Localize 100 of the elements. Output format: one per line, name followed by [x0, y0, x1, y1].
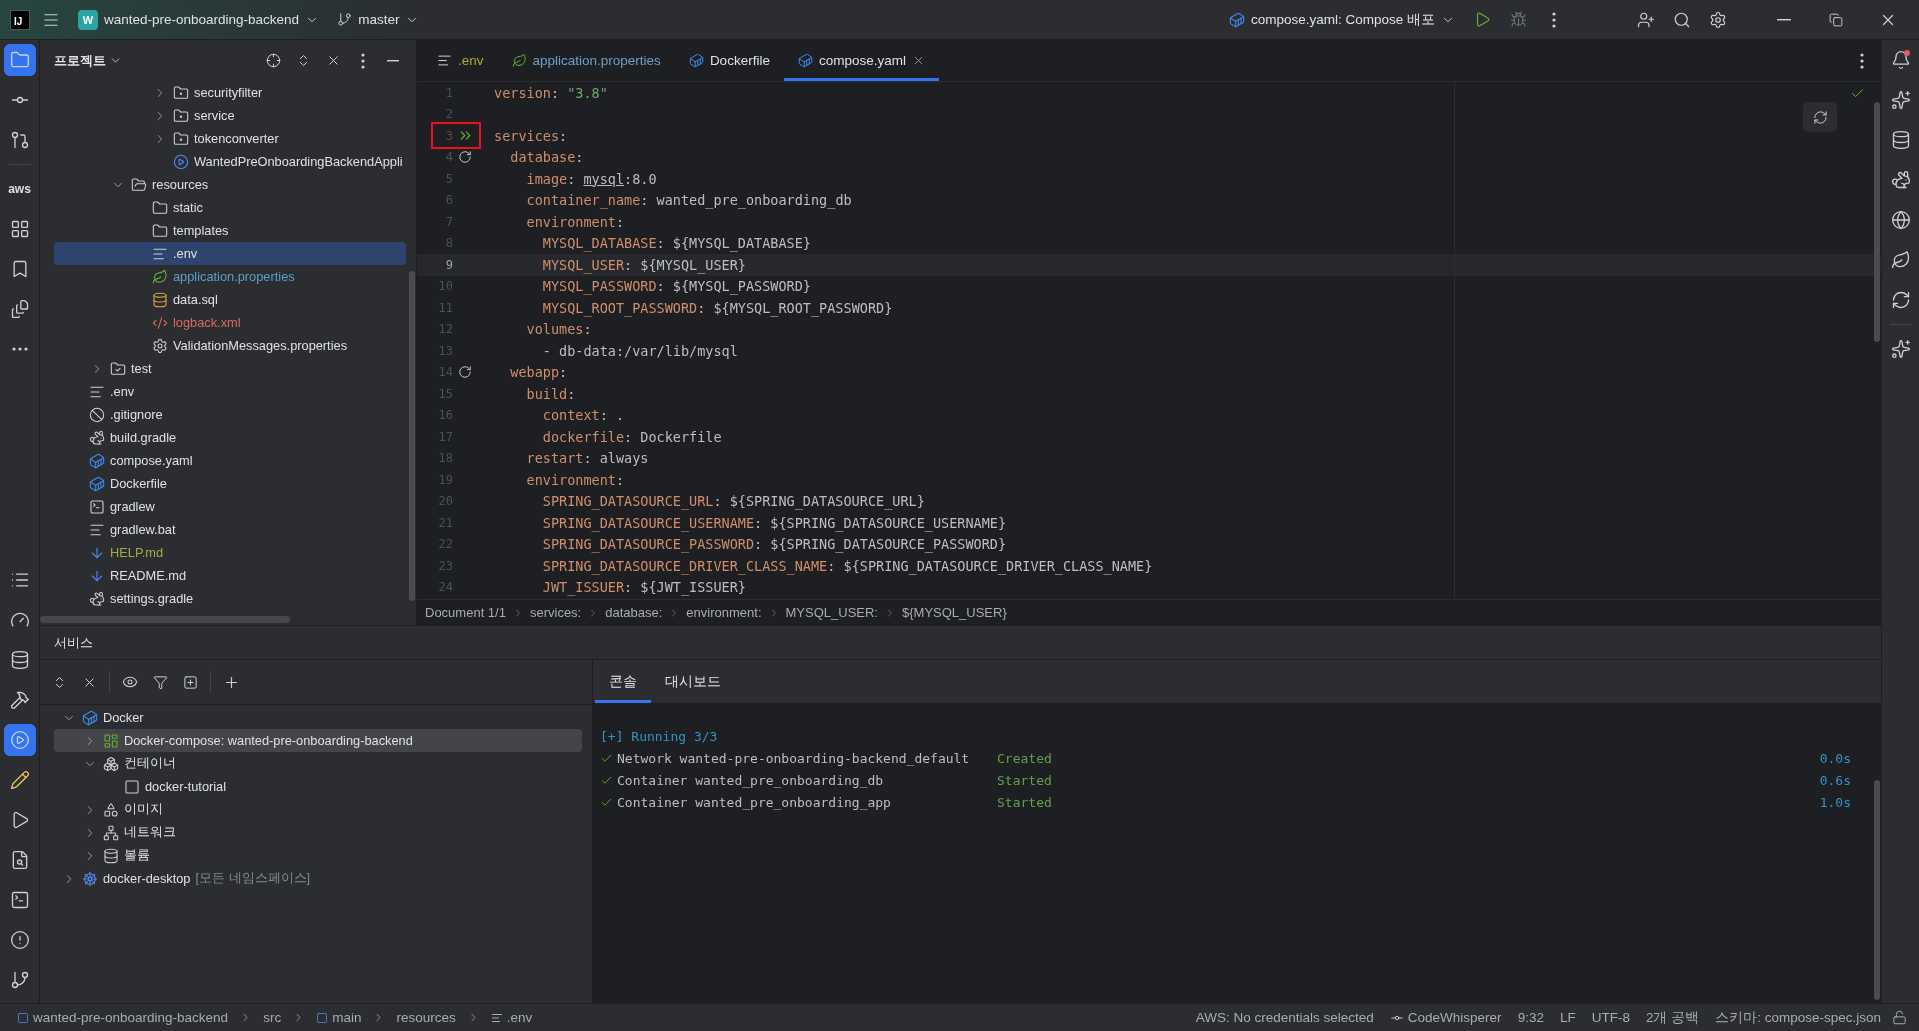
console-tab[interactable]: 콘솔: [595, 660, 651, 703]
tree-item[interactable]: tokenconverter: [54, 127, 406, 150]
code-line: restart: always: [525, 450, 649, 467]
status-item[interactable]: AWS: No credentials selected: [1190, 1010, 1379, 1025]
tree-item[interactable]: Dockerfile: [54, 472, 406, 495]
tree-item[interactable]: static: [54, 196, 406, 219]
tree-item[interactable]: gradlew: [54, 495, 406, 518]
status-text: Created: [997, 750, 1053, 766]
lock-icon[interactable]: [1892, 1010, 1907, 1025]
path-item[interactable]: .env: [485, 1010, 538, 1025]
tree-item[interactable]: 컨테이너: [54, 752, 582, 775]
tree-item[interactable]: logback.xml: [54, 311, 406, 334]
tree-item[interactable]: .gitignore: [54, 403, 406, 426]
tree-item[interactable]: 이미지: [54, 798, 582, 821]
breadcrumb-item[interactable]: MYSQL_USER:: [785, 605, 878, 620]
breadcrumb-item[interactable]: database:: [605, 605, 663, 620]
path-item[interactable]: main: [311, 1010, 367, 1025]
branch-icon: [337, 12, 353, 27]
code-line: database:: [509, 149, 584, 166]
leaf-icon: [152, 268, 168, 285]
module-icon: [17, 1011, 29, 1024]
console-tab[interactable]: 대시보드: [651, 660, 735, 703]
tree-item[interactable]: test: [54, 357, 406, 380]
breadcrumb-item[interactable]: environment:: [686, 605, 762, 620]
tree-item[interactable]: Docker-compose: wanted-pre-onboarding-backend: [54, 729, 582, 752]
breadcrumb-item[interactable]: Document 1/1: [425, 605, 506, 620]
package-icon: [173, 130, 189, 147]
text-file-icon: [490, 1011, 503, 1024]
run-config-button[interactable]: compose.yaml: Compose 배포: [1222, 4, 1461, 35]
status-item[interactable]: 2개 공백: [1640, 1008, 1705, 1027]
console-text: Network wanted-pre-onboarding-backend_default: [617, 750, 971, 766]
tree-item[interactable]: docker-tutorial: [54, 775, 582, 798]
tree-item[interactable]: resources: [54, 173, 406, 196]
tree-item[interactable]: build.gradle: [54, 426, 406, 449]
rerun-icon[interactable]: [458, 365, 472, 380]
container-icon: [797, 53, 813, 68]
settings-icon: [1709, 10, 1727, 29]
branch-button[interactable]: master: [331, 4, 426, 35]
tree-item[interactable]: templates: [54, 219, 406, 242]
shapes-icon: [103, 801, 119, 818]
wheel-icon: [82, 870, 98, 887]
status-item[interactable]: 9:32: [1512, 1010, 1549, 1025]
status-item[interactable]: LF: [1554, 1010, 1581, 1025]
notifications-icon: [1890, 50, 1911, 70]
scrollbar[interactable]: [1874, 102, 1880, 342]
tree-item[interactable]: compose.yaml: [54, 449, 406, 472]
scrollbar[interactable]: [40, 616, 290, 623]
status-item[interactable]: 스키마: compose-spec.json: [1710, 1008, 1886, 1027]
panel-title[interactable]: 프로젝트: [54, 51, 122, 70]
path-item[interactable]: src: [258, 1010, 287, 1025]
tree-item[interactable]: .env: [54, 380, 406, 403]
sparkle-icon: [1890, 339, 1911, 359]
filter-icon: [152, 674, 168, 690]
code-line: MYSQL_PASSWORD: ${MYSQL_PASSWORD}: [541, 278, 811, 295]
rerun-icon[interactable]: [458, 150, 472, 165]
hammer-icon: [9, 690, 30, 710]
tree-item[interactable]: securityfilter: [54, 81, 406, 104]
code-line: environment:: [525, 213, 625, 230]
more-icon: [361, 52, 365, 69]
reload-button[interactable]: [1803, 102, 1837, 132]
tree-item[interactable]: service: [54, 104, 406, 127]
breadcrumb-item[interactable]: ${MYSQL_USER}: [902, 605, 1007, 620]
path-item[interactable]: resources: [391, 1010, 461, 1025]
aws-button[interactable]: aws: [3, 173, 36, 205]
console-text: Container wanted_pre_onboarding_app: [617, 794, 892, 810]
tree-item[interactable]: docker-desktop [모든 네임스페이스]: [54, 867, 582, 890]
path-item[interactable]: wanted-pre-onboarding-backend: [12, 1010, 234, 1025]
tree-item[interactable]: README.md: [54, 564, 406, 587]
status-item[interactable]: UTF-8: [1586, 1010, 1635, 1025]
tree-item[interactable]: ValidationMessages.properties: [54, 334, 406, 357]
tree-item[interactable]: 네트워크: [54, 821, 582, 844]
tree-item[interactable]: settings.gradle: [54, 587, 406, 610]
tree-item[interactable]: gradlew.bat: [54, 518, 406, 541]
tree-item[interactable]: data.sql: [54, 288, 406, 311]
toolbar-button[interactable]: [3, 724, 36, 756]
duration-text: 1.0s: [1819, 794, 1851, 810]
tree-item[interactable]: Docker: [54, 706, 582, 729]
code-line: container_name: wanted_pre_onboarding_db: [525, 192, 852, 209]
scrollbar[interactable]: [409, 271, 415, 601]
rabbit-icon: [89, 429, 105, 446]
toolbar-button[interactable]: [3, 44, 36, 76]
namespace-note: [모든 네임스페이스]: [195, 870, 311, 887]
breadcrumb-item[interactable]: services:: [529, 605, 582, 620]
scrollbar[interactable]: [1874, 780, 1880, 1000]
minimize-icon: [1777, 18, 1791, 21]
tree-item[interactable]: WantedPreOnboardingBackendAppli: [54, 150, 406, 173]
tree-item[interactable]: application.properties: [54, 265, 406, 288]
tree-item[interactable]: 볼륨: [54, 844, 582, 867]
code-line: SPRING_DATASOURCE_USERNAME: ${SPRING_DATASOURCE_USERNAME}: [541, 514, 1007, 531]
status-item[interactable]: CodeWhisperer: [1384, 1010, 1507, 1025]
line-number: 9: [444, 257, 453, 272]
editor-tab[interactable]: application.properties: [497, 40, 675, 81]
editor-tab[interactable]: .env: [423, 40, 498, 81]
tree-item[interactable]: .env: [54, 242, 406, 265]
console-text: Container wanted_pre_onboarding_db: [617, 772, 885, 788]
editor-tab[interactable]: Dockerfile: [674, 40, 784, 81]
more-icon: [1860, 52, 1864, 69]
status-text: Started: [997, 772, 1053, 788]
tree-item[interactable]: HELP.md: [54, 541, 406, 564]
project-button[interactable]: W wanted-pre-onboarding-backend: [72, 4, 326, 35]
